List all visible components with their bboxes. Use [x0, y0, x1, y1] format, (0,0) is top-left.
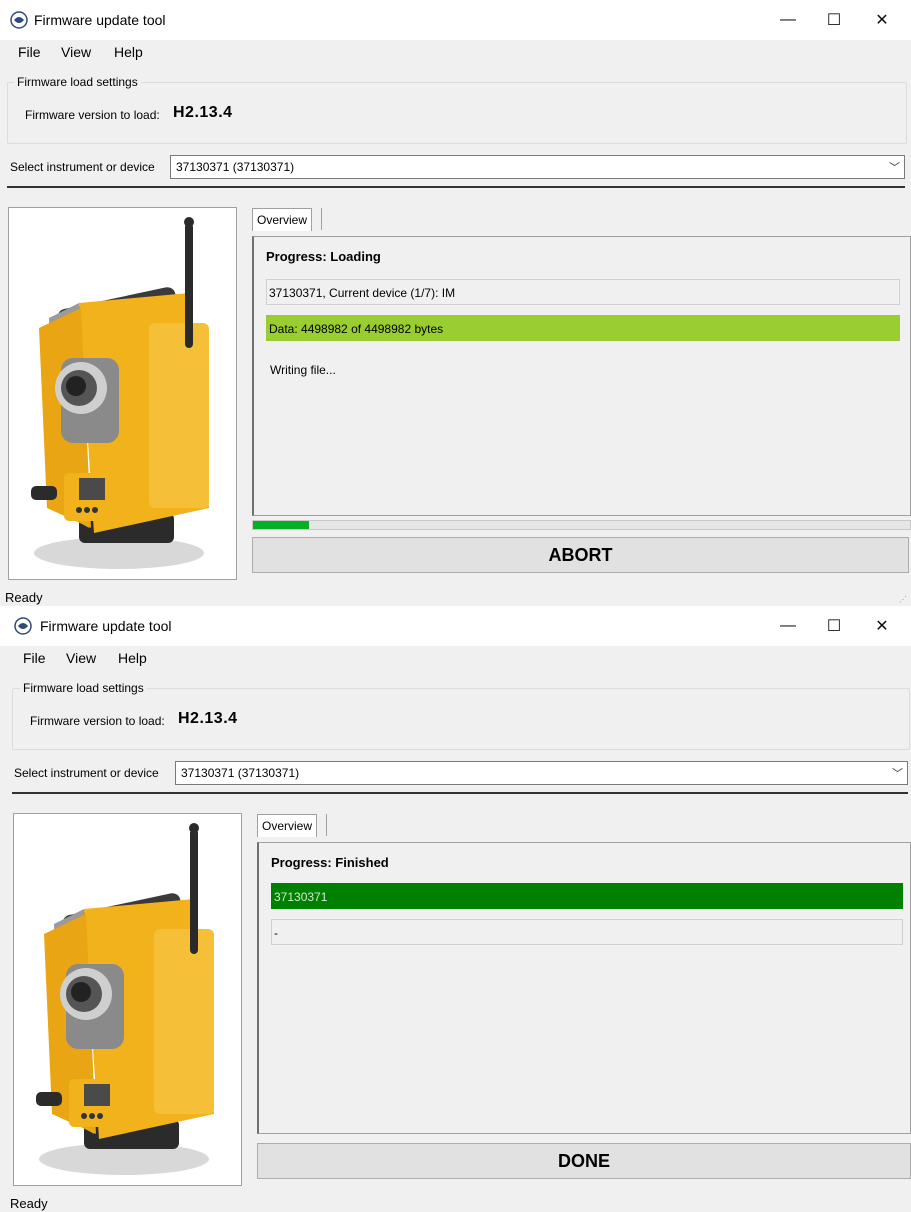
- device-select-value: 37130371 (37130371): [181, 766, 300, 780]
- menu-bar: File View Help: [0, 40, 911, 64]
- divider: [7, 186, 905, 188]
- trimble-logo-icon: [10, 11, 28, 29]
- progress-title: Progress: Loading: [266, 249, 381, 264]
- load-progress-fill: [253, 521, 309, 529]
- close-icon[interactable]: ✕: [859, 606, 905, 646]
- overview-panel: Progress: Finished 37130371 -: [257, 842, 911, 1134]
- chevron-down-icon[interactable]: ﹀: [889, 159, 900, 175]
- menu-view[interactable]: View: [61, 44, 91, 60]
- device-select-label: Select instrument or device: [14, 766, 159, 780]
- resize-grip-icon[interactable]: ⋰: [899, 595, 907, 604]
- menu-help[interactable]: Help: [114, 44, 143, 60]
- firmware-window-finished: Firmware update tool — ☐ ✕ File View Hel…: [0, 606, 911, 1212]
- divider: [12, 792, 908, 794]
- data-progress-row: Data: 4498982 of 4498982 bytes: [266, 315, 900, 341]
- menu-help[interactable]: Help: [118, 650, 147, 666]
- status-text: Ready: [10, 1196, 48, 1211]
- device-select[interactable]: 37130371 (37130371) ﹀: [175, 761, 908, 785]
- window-title: Firmware update tool: [40, 618, 172, 634]
- abort-button[interactable]: ABORT: [252, 537, 909, 573]
- device-select-value: 37130371 (37130371): [176, 160, 295, 174]
- group-title: Firmware load settings: [14, 75, 141, 89]
- firmware-window-loading: Firmware update tool — ☐ ✕ File View Hel…: [0, 0, 911, 606]
- instrument-image: [13, 813, 242, 1186]
- firmware-version-label: Firmware version to load:: [30, 714, 165, 728]
- status-bar: Ready: [0, 1192, 911, 1212]
- overview-panel: Progress: Loading 37130371, Current devi…: [252, 236, 911, 516]
- menu-bar: File View Help: [0, 646, 911, 670]
- tab-overview[interactable]: Overview: [257, 814, 318, 837]
- chevron-down-icon[interactable]: ﹀: [892, 765, 903, 781]
- maximize-icon[interactable]: ☐: [811, 0, 857, 40]
- status-text: Ready: [5, 590, 43, 605]
- menu-file[interactable]: File: [18, 44, 41, 60]
- writing-status-text: Writing file...: [270, 363, 336, 377]
- device-select[interactable]: 37130371 (37130371) ﹀: [170, 155, 905, 179]
- minimize-icon[interactable]: —: [765, 606, 811, 646]
- title-bar[interactable]: Firmware update tool — ☐ ✕: [0, 606, 911, 646]
- maximize-icon[interactable]: ☐: [811, 606, 857, 646]
- current-device-row: 37130371, Current device (1/7): IM: [266, 279, 900, 305]
- tab-separator: [321, 208, 322, 230]
- tab-overview[interactable]: Overview: [252, 208, 313, 231]
- tab-separator: [326, 814, 327, 836]
- load-progress-bar: [252, 520, 911, 530]
- firmware-version-value: H2.13.4: [178, 710, 238, 727]
- menu-view[interactable]: View: [66, 650, 96, 666]
- progress-title: Progress: Finished: [271, 855, 389, 870]
- close-icon[interactable]: ✕: [859, 0, 905, 40]
- total-station-illustration: [36, 823, 214, 1175]
- status-bar: Ready ⋰: [0, 586, 911, 606]
- device-result-row: 37130371: [271, 883, 903, 909]
- window-title: Firmware update tool: [34, 12, 166, 28]
- instrument-image: [8, 207, 237, 580]
- firmware-version-label: Firmware version to load:: [25, 108, 160, 122]
- trimble-logo-icon: [14, 617, 32, 635]
- detail-row: -: [271, 919, 903, 945]
- device-select-label: Select instrument or device: [10, 160, 155, 174]
- title-bar[interactable]: Firmware update tool — ☐ ✕: [0, 0, 911, 40]
- done-button[interactable]: DONE: [257, 1143, 911, 1179]
- minimize-icon[interactable]: —: [765, 0, 811, 40]
- group-title: Firmware load settings: [20, 681, 147, 695]
- menu-file[interactable]: File: [23, 650, 46, 666]
- firmware-version-value: H2.13.4: [173, 104, 233, 121]
- total-station-illustration: [31, 217, 209, 569]
